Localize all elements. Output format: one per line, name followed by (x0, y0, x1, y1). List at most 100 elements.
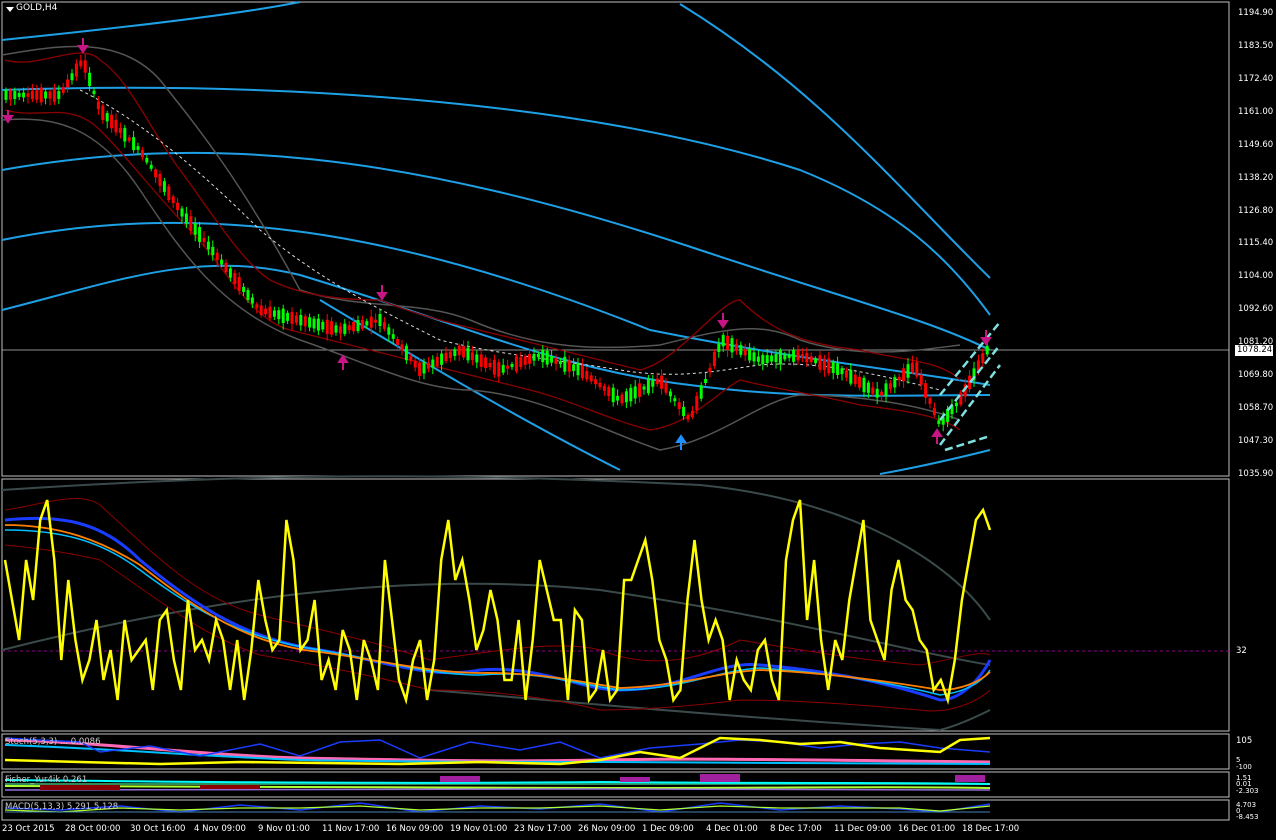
candle-body (510, 363, 514, 368)
candle-body (400, 344, 404, 351)
candle-body (616, 395, 620, 401)
candle-body (849, 369, 853, 384)
candle-body (607, 387, 611, 397)
price-label: 1058.70 (1238, 403, 1274, 413)
candle-body (44, 91, 48, 99)
candle-body (338, 326, 342, 334)
candle-body (752, 352, 756, 362)
candle-body (985, 345, 989, 355)
candle-body (818, 355, 822, 370)
candle-body (704, 379, 708, 383)
candle-body (74, 63, 78, 77)
candle-body (506, 365, 510, 369)
price-label: 1138.20 (1238, 173, 1274, 183)
candle-body (924, 383, 928, 398)
candle-body (497, 362, 501, 377)
chart-canvas[interactable] (0, 0, 1276, 840)
candle-body (479, 354, 483, 367)
time-label: 16 Nov 09:00 (386, 824, 444, 834)
candle-body (774, 354, 778, 362)
candle-body (184, 213, 188, 223)
candle-body (682, 406, 686, 417)
candle-body (690, 410, 694, 418)
candle-body (352, 321, 356, 332)
candle-body (792, 349, 796, 362)
fisher-axis-label: -2.303 (1236, 787, 1259, 795)
candle-body (118, 127, 122, 133)
candle-body (242, 286, 246, 293)
candle-body (52, 88, 56, 102)
price-label: 1149.60 (1238, 140, 1274, 150)
candle-body (840, 368, 844, 375)
time-label: 18 Dec 17:00 (962, 824, 1020, 834)
candle-body (303, 316, 307, 327)
candle-body (202, 238, 206, 242)
candle-body (730, 338, 734, 353)
candle-body (783, 354, 787, 360)
candle-body (809, 356, 813, 363)
candle-body (620, 394, 624, 404)
candle-body (26, 93, 30, 97)
candle-body (79, 60, 83, 67)
candle-body (800, 354, 804, 358)
candle-body (915, 362, 919, 377)
candle-body (572, 364, 576, 371)
candle-body (642, 386, 646, 390)
candle-body (624, 391, 628, 403)
candle-body (369, 316, 373, 328)
candle-body (866, 382, 870, 393)
candle-body (92, 90, 96, 94)
candle-body (246, 290, 250, 300)
candle-body (708, 367, 712, 373)
candle-body (39, 87, 43, 103)
candle-body (638, 383, 642, 397)
macd-label: MACD(5,13,3) 5.291 5.128 (5, 802, 119, 812)
candle-body (57, 91, 61, 99)
candle-body (954, 402, 958, 407)
candle-body (902, 368, 906, 382)
candle-body (937, 420, 941, 424)
candle-body (919, 374, 923, 385)
candle-body (114, 119, 118, 133)
candle-body (272, 310, 276, 317)
candle-body (299, 314, 303, 326)
candle-body (787, 354, 791, 358)
candle-body (743, 348, 747, 356)
candle-body (488, 362, 492, 368)
candle-body (550, 356, 554, 363)
price-label: 1115.40 (1238, 238, 1274, 248)
candle-body (435, 356, 439, 366)
candle-body (576, 363, 580, 376)
time-label: 23 Oct 2015 (2, 824, 55, 834)
candle-body (726, 335, 730, 351)
candle-body (220, 259, 224, 265)
stoch-axis-label: 105 (1236, 736, 1253, 746)
candle-body (959, 392, 963, 405)
candle-body (211, 246, 215, 256)
candle-body (805, 352, 809, 363)
time-label: 1 Dec 09:00 (642, 824, 694, 834)
time-label: 16 Dec 01:00 (898, 824, 956, 834)
candle-body (858, 376, 862, 388)
candle-body (382, 322, 386, 329)
candle-body (717, 344, 721, 352)
candle-body (360, 319, 364, 329)
triangle-down-icon[interactable] (6, 7, 14, 12)
candle-body (765, 355, 769, 364)
candle-body (475, 354, 479, 363)
candle-body (294, 315, 298, 323)
candle-body (145, 157, 149, 163)
price-label: 1047.30 (1238, 436, 1274, 446)
candle-body (110, 114, 114, 129)
candle-body (836, 363, 840, 375)
time-label: 4 Dec 01:00 (706, 824, 758, 834)
candle-body (281, 308, 285, 323)
candle-body (215, 252, 219, 261)
candle-body (70, 73, 74, 81)
candle-body (541, 349, 545, 363)
candle-body (101, 105, 105, 121)
candle-body (83, 60, 87, 73)
candle-body (598, 382, 602, 388)
price-label: 1035.90 (1238, 469, 1274, 479)
candle-body (391, 334, 395, 339)
